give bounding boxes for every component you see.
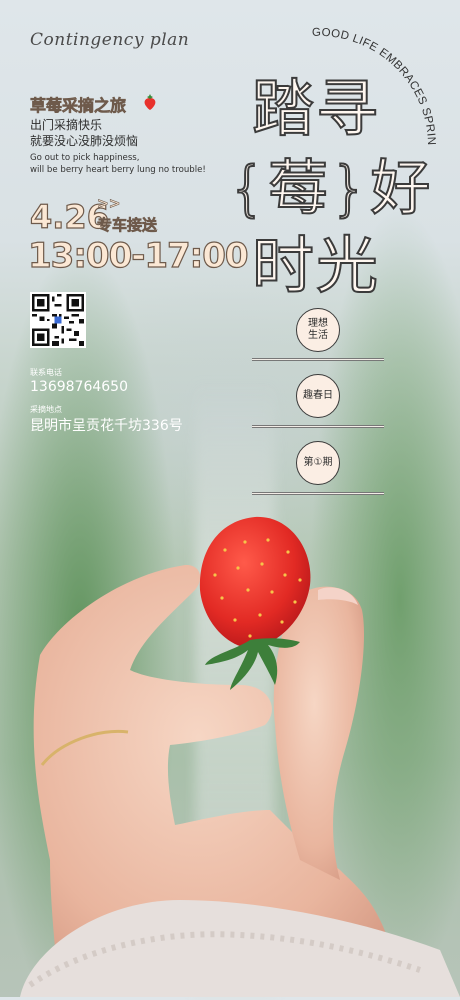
- event-title: 草莓采摘之旅: [30, 96, 127, 116]
- event-subtitle: 出门采摘快乐 就要没心没肺没烦恼: [30, 117, 138, 149]
- qr-code[interactable]: [30, 292, 86, 348]
- badge-ideal-life: 理想 生活: [296, 308, 340, 352]
- subtitle-line: 出门采摘快乐: [30, 118, 103, 132]
- arrow-icon: >>: [97, 196, 121, 213]
- badge-spring-day: 趣春日: [296, 374, 340, 418]
- address: 昆明市呈贡花千坊336号: [30, 418, 183, 434]
- headline-line-2: {莓}好: [227, 153, 433, 225]
- subtitle-line: 就要没心没肺没烦恼: [30, 134, 139, 148]
- english-line: Go out to pick happiness,: [30, 153, 140, 163]
- headline-line-3: 时光: [251, 228, 381, 303]
- divider: [252, 358, 384, 361]
- headline-line-1: 踏寻: [251, 71, 381, 146]
- script-heading: Contingency plan: [30, 30, 190, 50]
- english-line: will be berry heart berry lung no troubl…: [30, 165, 206, 175]
- hand-holding-strawberry-image: [20, 516, 460, 997]
- address-label: 采摘地点: [30, 405, 62, 414]
- english-subtitle: Go out to pick happiness, will be berry …: [30, 152, 206, 176]
- strawberry-icon: [144, 94, 156, 110]
- event-time: 13:00-17:00: [27, 235, 249, 276]
- badge-issue: 第①期: [296, 441, 340, 485]
- phone-label: 联系电话: [30, 368, 62, 377]
- qr-code-icon: [32, 294, 84, 346]
- divider: [252, 425, 384, 428]
- phone-number[interactable]: 13698764650: [30, 379, 128, 395]
- pickup-label: 专车接送: [97, 216, 158, 235]
